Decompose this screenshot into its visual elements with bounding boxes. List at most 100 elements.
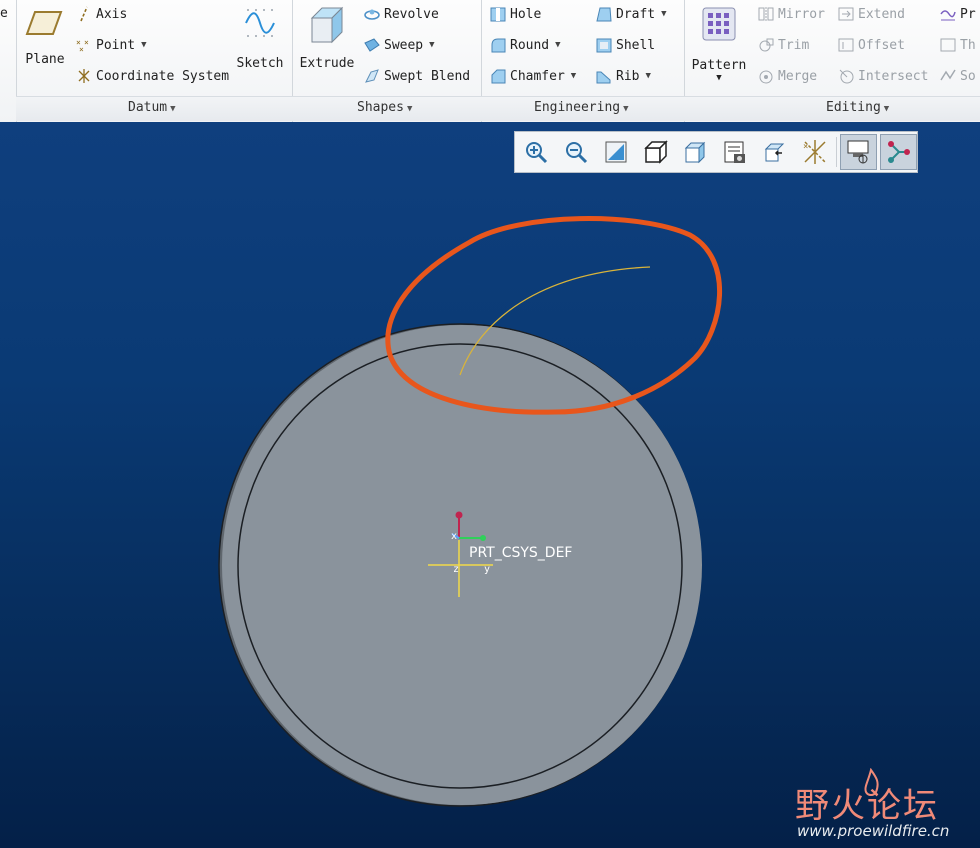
sketch-icon bbox=[245, 9, 275, 37]
sketch-label: Sketch bbox=[236, 56, 284, 71]
chevron-down-icon[interactable]: ▼ bbox=[661, 9, 666, 19]
swept-blend-button[interactable]: Swept Blend bbox=[364, 68, 470, 84]
annotation-display-icon bbox=[887, 141, 910, 163]
extrude-button[interactable]: Extrude bbox=[298, 4, 356, 71]
saved-orientation-icon bbox=[684, 141, 705, 164]
project-icon bbox=[940, 10, 956, 21]
extend-button[interactable]: Extend bbox=[838, 6, 905, 22]
revolve-icon bbox=[364, 9, 380, 20]
point-button[interactable]: × × × Point ▼ bbox=[76, 37, 147, 54]
graphics-viewport[interactable]: x y z bbox=[0, 122, 980, 848]
shell-button[interactable]: Shell bbox=[596, 37, 655, 53]
display-style-button[interactable] bbox=[757, 134, 794, 170]
view-manager-button[interactable] bbox=[717, 134, 754, 170]
solidify-label: So bbox=[960, 68, 976, 84]
coordinate-system-icon bbox=[78, 69, 90, 83]
editing-group-label[interactable]: Editing ▼ bbox=[826, 100, 889, 115]
saved-orientations-button[interactable] bbox=[677, 134, 714, 170]
revolve-button[interactable]: Revolve bbox=[364, 6, 439, 22]
intersect-button[interactable]: Intersect bbox=[838, 68, 928, 84]
annotation-display-button[interactable] bbox=[880, 134, 917, 170]
shell-icon bbox=[596, 38, 612, 53]
csys-y-tip bbox=[480, 535, 486, 541]
chevron-down-icon: ▼ bbox=[170, 104, 176, 114]
axis-button[interactable]: Axis bbox=[76, 6, 127, 22]
refit-button[interactable] bbox=[598, 134, 635, 170]
svg-text:×: × bbox=[79, 45, 84, 53]
datum-display-filter-button[interactable]: × bbox=[797, 134, 834, 170]
mirror-icon bbox=[758, 7, 774, 21]
watermark-url: www.proewildfire.cn bbox=[797, 822, 950, 840]
csys-name-label[interactable]: PRT_CSYS_DEF bbox=[469, 545, 572, 561]
chevron-down-icon: ▼ bbox=[883, 104, 890, 114]
plane-button[interactable]: Plane bbox=[22, 8, 68, 67]
chevron-down-icon[interactable]: ▼ bbox=[571, 71, 576, 81]
shapes-group-text: Shapes bbox=[357, 100, 404, 115]
model-canvas[interactable]: x y z bbox=[0, 122, 980, 848]
trim-icon bbox=[759, 38, 774, 52]
round-icon bbox=[491, 38, 506, 53]
editing-group-text: Editing bbox=[826, 100, 881, 115]
svg-text:×: × bbox=[803, 142, 808, 152]
part-top-face[interactable] bbox=[237, 343, 683, 789]
truncated-tool-label[interactable]: e bbox=[0, 6, 8, 21]
coordinate-system-label: Coordinate System bbox=[96, 68, 230, 84]
solidify-button[interactable]: So bbox=[940, 68, 976, 84]
thicken-icon bbox=[940, 38, 956, 52]
thicken-button[interactable]: Th bbox=[940, 37, 976, 53]
point-label: Point bbox=[96, 37, 136, 53]
intersect-icon bbox=[839, 69, 854, 84]
rib-button[interactable]: Rib ▼ bbox=[596, 68, 651, 84]
merge-button[interactable]: Merge bbox=[758, 68, 817, 84]
watermark-title: 野火论坛 bbox=[795, 786, 939, 826]
named-views-button[interactable] bbox=[637, 134, 674, 170]
zoom-in-icon bbox=[526, 142, 548, 164]
chevron-down-icon[interactable]: ▼ bbox=[141, 40, 146, 50]
chevron-down-icon[interactable]: ▼ bbox=[645, 71, 650, 81]
merge-icon bbox=[759, 70, 773, 84]
chamfer-icon bbox=[491, 69, 506, 84]
spin-center-icon bbox=[847, 140, 869, 164]
offset-label: Offset bbox=[858, 37, 905, 53]
chevron-down-icon: ▼ bbox=[623, 104, 629, 114]
shapes-group-label[interactable]: Shapes ▼ bbox=[357, 100, 412, 115]
sketch-button[interactable]: Sketch bbox=[234, 6, 286, 71]
offset-button[interactable]: Offset bbox=[838, 37, 905, 53]
mirror-label: Mirror bbox=[778, 6, 825, 22]
datum-group-label[interactable]: Datum ▼ bbox=[128, 100, 176, 115]
draft-button[interactable]: Draft ▼ bbox=[596, 6, 667, 22]
svg-text:×: × bbox=[84, 38, 89, 47]
engineering-group-label[interactable]: Engineering ▼ bbox=[534, 100, 629, 115]
chevron-down-icon[interactable]: ▼ bbox=[690, 73, 748, 83]
project-button[interactable]: Pr bbox=[940, 6, 976, 22]
sweep-button[interactable]: Sweep ▼ bbox=[364, 37, 435, 53]
csys-x-label: x bbox=[451, 531, 457, 542]
mirror-button[interactable]: Mirror bbox=[758, 6, 825, 22]
trim-button[interactable]: Trim bbox=[758, 37, 809, 53]
extrude-label: Extrude bbox=[299, 56, 355, 71]
pattern-label: Pattern bbox=[691, 58, 747, 73]
csys-z-tip bbox=[455, 511, 463, 519]
round-label: Round bbox=[510, 37, 550, 53]
coordinate-system-button[interactable]: Coordinate System bbox=[76, 68, 229, 84]
pattern-button[interactable]: Pattern ▼ bbox=[690, 4, 748, 83]
chamfer-button[interactable]: Chamfer ▼ bbox=[490, 68, 576, 84]
plane-label: Plane bbox=[25, 52, 65, 67]
datum-display-icon: × bbox=[803, 140, 826, 164]
chevron-down-icon[interactable]: ▼ bbox=[429, 40, 434, 50]
spin-center-button[interactable] bbox=[840, 134, 878, 170]
hole-icon bbox=[490, 7, 506, 22]
revolve-label: Revolve bbox=[384, 6, 439, 22]
draft-icon bbox=[596, 7, 612, 22]
extend-icon bbox=[838, 7, 854, 21]
axis-icon bbox=[80, 6, 88, 22]
zoom-in-button[interactable] bbox=[518, 134, 555, 170]
chevron-down-icon[interactable]: ▼ bbox=[555, 40, 560, 50]
hole-button[interactable]: Hole bbox=[490, 6, 541, 22]
round-button[interactable]: Round ▼ bbox=[490, 37, 561, 53]
zoom-out-button[interactable] bbox=[558, 134, 595, 170]
view-manager-icon bbox=[724, 141, 746, 163]
cube-view-icon bbox=[643, 140, 668, 164]
plane-icon bbox=[25, 11, 63, 35]
refit-icon bbox=[605, 141, 627, 163]
